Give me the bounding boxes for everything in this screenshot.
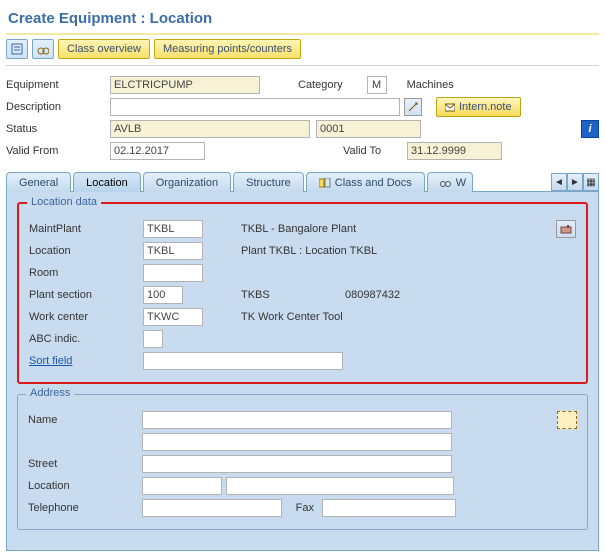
tab-structure[interactable]: Structure bbox=[233, 172, 304, 192]
telephone-input[interactable] bbox=[142, 499, 282, 517]
valid-to-label: Valid To bbox=[343, 145, 403, 157]
tab-scroll-right-icon[interactable]: ► bbox=[567, 173, 583, 191]
measuring-points-button[interactable]: Measuring points/counters bbox=[154, 39, 301, 59]
plant-section-input[interactable] bbox=[143, 286, 183, 304]
address-details-icon[interactable] bbox=[557, 411, 577, 429]
valid-from-label: Valid From bbox=[6, 145, 106, 157]
location-data-group: Location data MaintPlant TKBL - Bangalor… bbox=[17, 202, 588, 384]
address-title: Address bbox=[26, 387, 74, 399]
valid-to-input[interactable] bbox=[407, 142, 502, 160]
toolbar: Class overview Measuring points/counters bbox=[6, 35, 599, 66]
name2-input[interactable] bbox=[142, 433, 452, 451]
tab-general[interactable]: General bbox=[6, 172, 71, 192]
plant-details-icon[interactable] bbox=[556, 220, 576, 238]
tab-w[interactable]: W bbox=[427, 172, 473, 192]
section-num: 080987432 bbox=[345, 289, 400, 301]
tab-panel: Location data MaintPlant TKBL - Bangalor… bbox=[6, 192, 599, 551]
street-input[interactable] bbox=[142, 455, 452, 473]
tab-class-docs[interactable]: Class and Docs bbox=[306, 172, 425, 192]
equipment-input[interactable] bbox=[110, 76, 260, 94]
address-group: Address Name Street Location Telephon bbox=[17, 394, 588, 530]
docs-tab-icon bbox=[319, 178, 331, 188]
tab-location[interactable]: Location bbox=[73, 172, 141, 192]
fax-input[interactable] bbox=[322, 499, 456, 517]
sort-field-input[interactable] bbox=[143, 352, 343, 370]
category-label: Category bbox=[298, 79, 343, 91]
class-overview-button[interactable]: Class overview bbox=[58, 39, 150, 59]
work-center-label: Work center bbox=[29, 311, 139, 323]
location-desc: Plant TKBL : Location TKBL bbox=[241, 245, 377, 257]
description-label: Description bbox=[6, 101, 106, 113]
binoculars-tab-icon bbox=[440, 178, 452, 188]
status-sub-input[interactable] bbox=[316, 120, 421, 138]
location-input[interactable] bbox=[143, 242, 203, 260]
sort-field-link[interactable]: Sort field bbox=[29, 355, 139, 367]
intern-note-label: Intern.note bbox=[459, 101, 512, 113]
status-label: Status bbox=[6, 123, 106, 135]
header-area: Equipment Category Machines Description … bbox=[6, 66, 599, 162]
intern-note-button[interactable]: Intern.note bbox=[436, 97, 521, 117]
loc2-input[interactable] bbox=[226, 477, 454, 495]
info-icon[interactable]: i bbox=[581, 120, 599, 138]
location-label: Location bbox=[29, 245, 139, 257]
binoculars-icon[interactable] bbox=[32, 39, 54, 59]
doc-tree-icon[interactable] bbox=[6, 39, 28, 59]
maint-plant-label: MaintPlant bbox=[29, 223, 139, 235]
section-code: TKBS bbox=[241, 289, 341, 301]
abc-input[interactable] bbox=[143, 330, 163, 348]
status-input[interactable] bbox=[110, 120, 310, 138]
abc-label: ABC indic. bbox=[29, 333, 139, 345]
tab-list-icon[interactable]: ▦ bbox=[583, 173, 599, 191]
valid-from-input[interactable] bbox=[110, 142, 205, 160]
street-label: Street bbox=[28, 458, 138, 470]
fax-label: Fax bbox=[286, 502, 314, 514]
category-text: Machines bbox=[407, 79, 454, 91]
tab-organization[interactable]: Organization bbox=[143, 172, 231, 192]
equipment-label: Equipment bbox=[6, 79, 106, 91]
description-input[interactable] bbox=[110, 98, 400, 116]
maint-plant-desc: TKBL - Bangalore Plant bbox=[241, 223, 356, 235]
maint-plant-input[interactable] bbox=[143, 220, 203, 238]
category-code-input[interactable] bbox=[367, 76, 387, 94]
work-center-desc: TK Work Center Tool bbox=[241, 311, 343, 323]
location-data-title: Location data bbox=[27, 196, 101, 208]
tab-bar: General Location Organization Structure … bbox=[6, 172, 599, 192]
telephone-label: Telephone bbox=[28, 502, 138, 514]
plant-section-label: Plant section bbox=[29, 289, 139, 301]
page-title: Create Equipment : Location bbox=[6, 6, 599, 35]
name-label: Name bbox=[28, 414, 138, 426]
name-input[interactable] bbox=[142, 411, 452, 429]
addr-location-label: Location bbox=[28, 480, 138, 492]
room-label: Room bbox=[29, 267, 139, 279]
w-tab-label: W bbox=[456, 177, 466, 189]
work-center-input[interactable] bbox=[143, 308, 203, 326]
tab-scroll-left-icon[interactable]: ◄ bbox=[551, 173, 567, 191]
room-input[interactable] bbox=[143, 264, 203, 282]
loc1-input[interactable] bbox=[142, 477, 222, 495]
edit-text-icon[interactable] bbox=[404, 98, 422, 116]
class-docs-tab-label: Class and Docs bbox=[335, 177, 412, 189]
